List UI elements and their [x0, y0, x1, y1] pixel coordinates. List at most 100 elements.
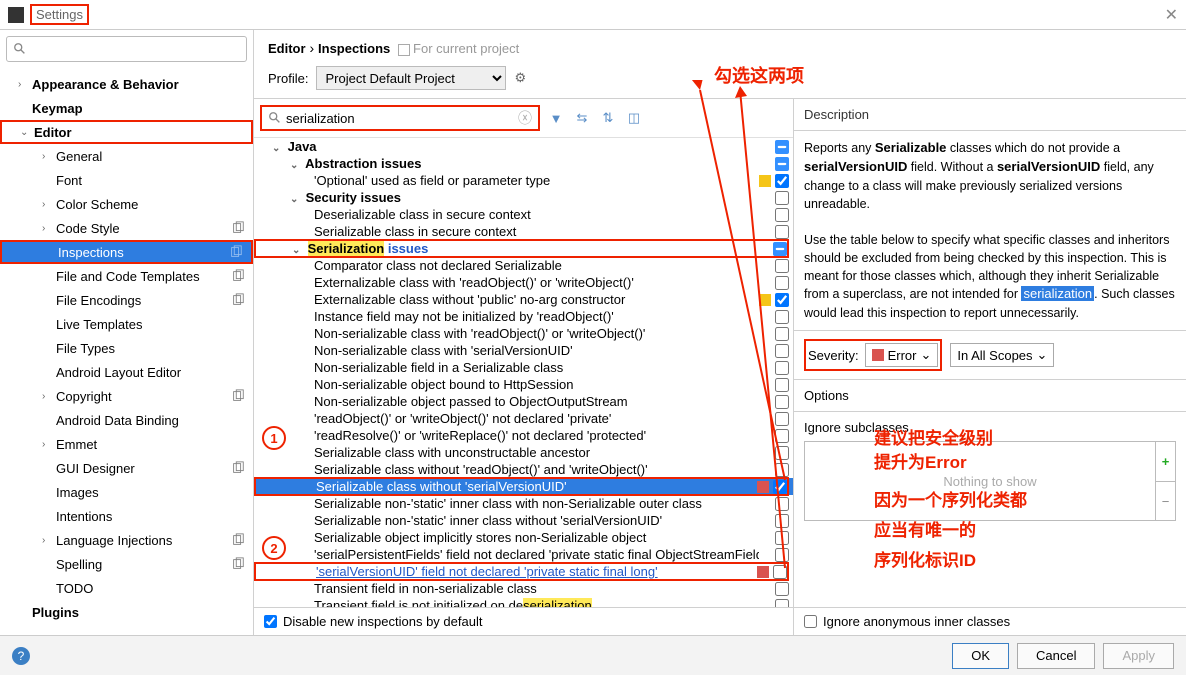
inspection-checkbox[interactable]	[775, 548, 789, 562]
inspection-checkbox[interactable]	[775, 259, 789, 273]
clear-icon[interactable]: ⓧ	[518, 108, 532, 128]
sidebar-item-spelling[interactable]: Spelling	[0, 552, 253, 576]
inspection-checkbox[interactable]	[775, 599, 789, 608]
inspection-row[interactable]: Non-serializable object bound to HttpSes…	[254, 376, 793, 393]
sidebar-item-general[interactable]: ›General	[0, 144, 253, 168]
inspection-row[interactable]: Serializable object implicitly stores no…	[254, 529, 793, 546]
sidebar-item-android-layout-editor[interactable]: Android Layout Editor	[0, 360, 253, 384]
profile-select[interactable]: Project Default Project	[316, 66, 506, 90]
expand-icon[interactable]: ⇆	[572, 108, 592, 128]
inspection-row[interactable]: Non-serializable class with 'serialVersi…	[254, 342, 793, 359]
inspection-row[interactable]: Transient field is not initialized on de…	[254, 597, 793, 607]
gear-icon[interactable]: ⚙	[514, 70, 526, 86]
inspection-row[interactable]: ⌄ Abstraction issues	[254, 155, 793, 172]
inspection-row[interactable]: 'Optional' used as field or parameter ty…	[254, 172, 793, 189]
sidebar-item-todo[interactable]: TODO	[0, 576, 253, 600]
inspection-row[interactable]: Non-serializable field in a Serializable…	[254, 359, 793, 376]
inspection-row[interactable]: ⌄ Security issues	[254, 189, 793, 206]
inspection-checkbox[interactable]	[775, 276, 789, 290]
inspection-row[interactable]: Transient field in non-serializable clas…	[254, 580, 793, 597]
inspection-checkbox[interactable]	[775, 157, 789, 171]
inspection-row[interactable]: ⌄ Java	[254, 138, 793, 155]
sidebar-item-editor[interactable]: ⌄Editor	[0, 120, 253, 144]
inspection-checkbox[interactable]	[775, 344, 789, 358]
inspection-checkbox[interactable]	[775, 174, 789, 188]
sidebar-item-keymap[interactable]: Keymap	[0, 96, 253, 120]
inspections-search[interactable]: ⓧ	[260, 105, 540, 131]
inspection-row[interactable]: Deserializable class in secure context	[254, 206, 793, 223]
inspection-row[interactable]: 'serialVersionUID' field not declared 'p…	[254, 563, 793, 580]
cancel-button[interactable]: Cancel	[1017, 643, 1095, 669]
inspection-checkbox[interactable]	[773, 565, 787, 579]
inspection-checkbox[interactable]	[775, 225, 789, 239]
inspection-row[interactable]: Externalizable class without 'public' no…	[254, 291, 793, 308]
inspection-row[interactable]: Serializable class without 'serialVersio…	[254, 478, 793, 495]
sidebar-item-inspections[interactable]: Inspections	[0, 240, 253, 264]
sidebar-item-copyright[interactable]: ›Copyright	[0, 384, 253, 408]
sidebar-item-android-data-binding[interactable]: Android Data Binding	[0, 408, 253, 432]
scope-combo[interactable]: In All Scopes⌄	[950, 343, 1054, 367]
sidebar-item-language-injections[interactable]: ›Language Injections	[0, 528, 253, 552]
sidebar-search-input[interactable]	[31, 42, 240, 57]
inspection-checkbox[interactable]	[775, 310, 789, 324]
inspection-checkbox[interactable]	[775, 361, 789, 375]
inspection-checkbox[interactable]	[773, 242, 787, 256]
inspection-row[interactable]: Comparator class not declared Serializab…	[254, 257, 793, 274]
reset-icon[interactable]: ◫	[624, 108, 644, 128]
inspection-checkbox[interactable]	[775, 412, 789, 426]
sidebar-item-file-types[interactable]: File Types	[0, 336, 253, 360]
inspection-checkbox[interactable]	[775, 514, 789, 528]
inspection-row[interactable]: Non-serializable class with 'readObject(…	[254, 325, 793, 342]
inspection-checkbox[interactable]	[775, 208, 789, 222]
disable-new-checkbox[interactable]	[264, 615, 277, 628]
inspection-row[interactable]: Serializable class without 'readObject()…	[254, 461, 793, 478]
apply-button[interactable]: Apply	[1103, 643, 1174, 669]
collapse-icon[interactable]: ⇅	[598, 108, 618, 128]
inspection-checkbox[interactable]	[775, 140, 789, 154]
inspection-row[interactable]: 'serialPersistentFields' field not decla…	[254, 546, 793, 563]
inspection-row[interactable]: Serializable non-'static' inner class wi…	[254, 495, 793, 512]
sidebar-item-appearance-behavior[interactable]: ›Appearance & Behavior	[0, 72, 253, 96]
inspection-row[interactable]: Serializable class in secure context	[254, 223, 793, 240]
inspection-checkbox[interactable]	[775, 463, 789, 477]
sidebar-item-color-scheme[interactable]: ›Color Scheme	[0, 192, 253, 216]
inspection-checkbox[interactable]	[775, 191, 789, 205]
sidebar-item-file-encodings[interactable]: File Encodings	[0, 288, 253, 312]
inspection-checkbox[interactable]	[775, 531, 789, 545]
sidebar-item-emmet[interactable]: ›Emmet	[0, 432, 253, 456]
sidebar-item-font[interactable]: Font	[0, 168, 253, 192]
inspection-row[interactable]: 'readObject()' or 'writeObject()' not de…	[254, 410, 793, 427]
ok-button[interactable]: OK	[952, 643, 1009, 669]
breadcrumb-editor[interactable]: Editor	[268, 41, 306, 56]
inspection-row[interactable]: Serializable class with unconstructable …	[254, 444, 793, 461]
inspection-checkbox[interactable]	[775, 429, 789, 443]
inspection-checkbox[interactable]	[775, 327, 789, 341]
close-icon[interactable]: ✕	[1165, 5, 1178, 25]
sidebar-item-live-templates[interactable]: Live Templates	[0, 312, 253, 336]
inspection-checkbox[interactable]	[775, 395, 789, 409]
help-icon[interactable]: ?	[12, 647, 30, 665]
ignore-anon-checkbox[interactable]	[804, 615, 817, 628]
sidebar-item-gui-designer[interactable]: GUI Designer	[0, 456, 253, 480]
sidebar-item-images[interactable]: Images	[0, 480, 253, 504]
inspection-row[interactable]: 'readResolve()' or 'writeReplace()' not …	[254, 427, 793, 444]
sidebar-item-file-and-code-templates[interactable]: File and Code Templates	[0, 264, 253, 288]
inspection-checkbox[interactable]	[775, 446, 789, 460]
inspection-row[interactable]: Serializable non-'static' inner class wi…	[254, 512, 793, 529]
inspection-checkbox[interactable]	[775, 582, 789, 596]
inspection-row[interactable]: Non-serializable object passed to Object…	[254, 393, 793, 410]
inspection-checkbox[interactable]	[775, 378, 789, 392]
inspection-checkbox[interactable]	[775, 497, 789, 511]
sidebar-search[interactable]	[6, 36, 247, 62]
inspection-checkbox[interactable]	[773, 480, 787, 494]
severity-combo[interactable]: Error⌄	[865, 343, 939, 367]
inspections-search-input[interactable]	[286, 111, 518, 126]
sidebar-item-plugins[interactable]: Plugins	[0, 600, 253, 624]
remove-button[interactable]: −	[1156, 482, 1175, 521]
inspection-row[interactable]: Instance field may not be initialized by…	[254, 308, 793, 325]
inspection-checkbox[interactable]	[775, 293, 789, 307]
inspection-row[interactable]: Externalizable class with 'readObject()'…	[254, 274, 793, 291]
add-button[interactable]: +	[1156, 442, 1175, 482]
inspection-row[interactable]: ⌄ Serialization issues	[254, 240, 793, 257]
filter-icon[interactable]: ▼	[546, 108, 566, 128]
